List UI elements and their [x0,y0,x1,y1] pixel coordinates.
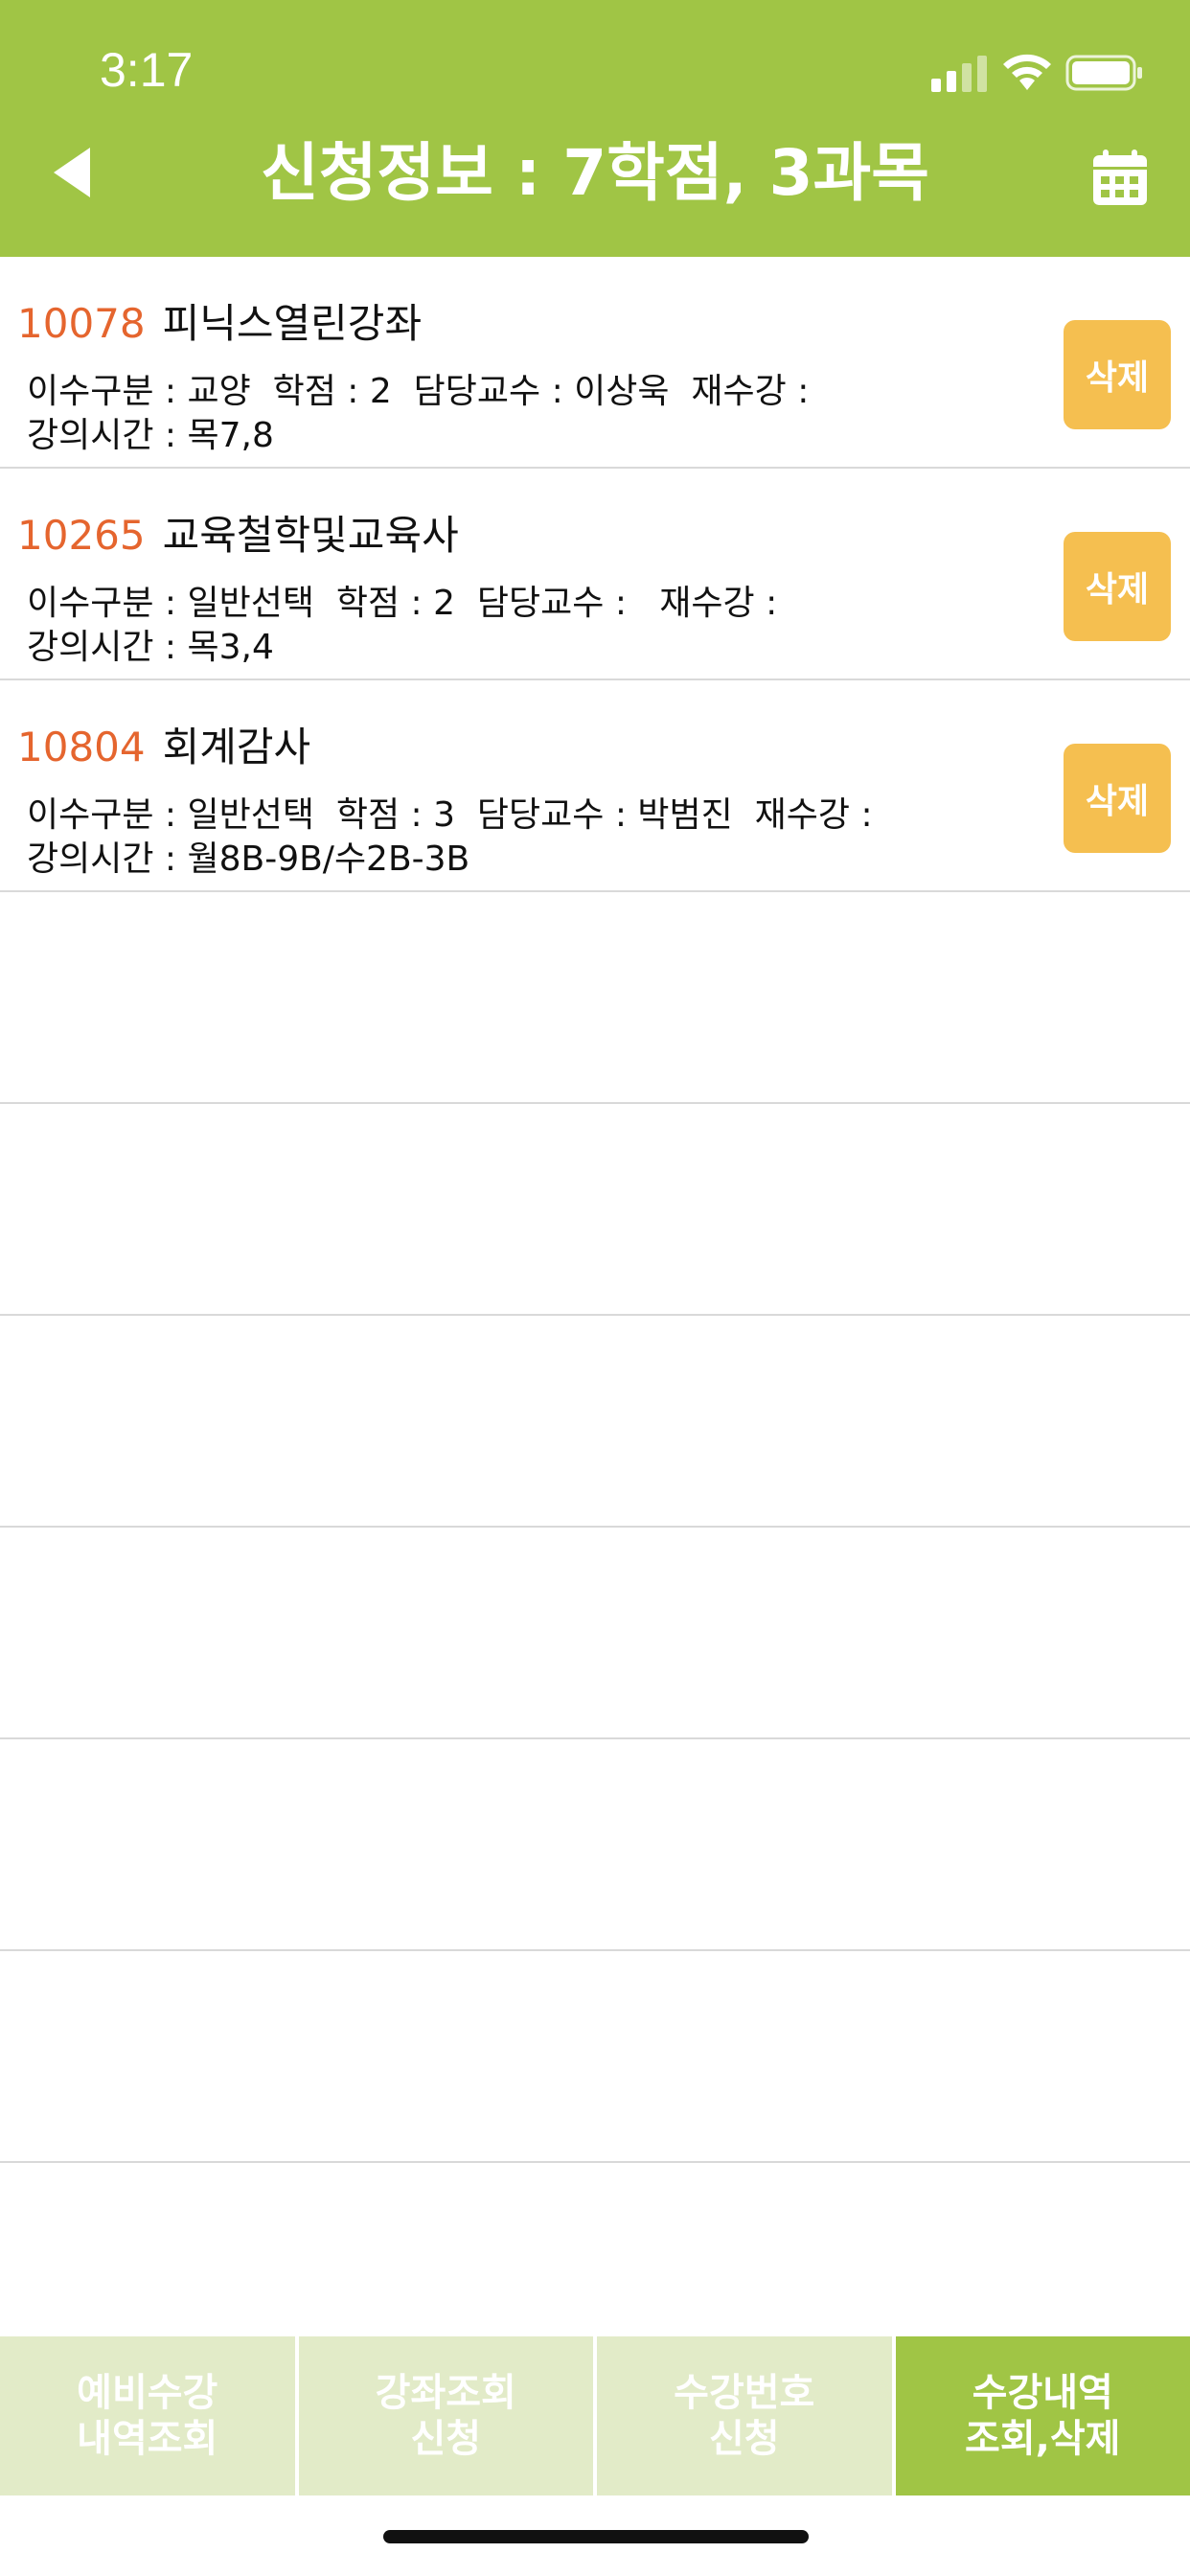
home-indicator[interactable] [383,2530,809,2543]
back-arrow-icon [54,148,90,197]
tab-preliminary-history[interactable]: 예비수강 내역조회 [0,2336,299,2496]
course-title: 10804 회계감사 [17,715,310,773]
course-info-line: 이수구분 : 교양 학점 : 2 담당교수 : 이상욱 재수강 : [27,372,810,411]
course-time: 강의시간 : 목3,4 [27,628,274,667]
calendar-icon [1093,150,1147,205]
empty-row [0,1739,1190,1951]
course-info-line: 이수구분 : 일반선택 학점 : 3 담당교수 : 박범진 재수강 : [27,795,873,835]
empty-row [0,892,1190,1104]
status-time: 3:17 [100,43,194,97]
back-button[interactable] [29,125,115,220]
course-title: 10265 교육철학및교육사 [17,503,459,562]
course-title: 10078 피닉스열린강좌 [17,291,422,350]
course-code: 10078 [17,300,146,347]
course-list: 10078 피닉스열린강좌 이수구분 : 교양 학점 : 2 담당교수 : 이상욱… [0,257,1190,2163]
empty-row [0,1528,1190,1739]
cellular-signal-icon [931,56,987,92]
empty-row [0,1104,1190,1316]
delete-button[interactable]: 삭제 [1064,744,1171,853]
course-name: 교육철학및교육사 [162,512,459,559]
empty-row [0,1951,1190,2163]
course-info-line: 이수구분 : 일반선택 학점 : 2 담당교수 : 재수강 : [27,584,778,623]
bottom-tab-bar: 예비수강 내역조회 강좌조회 신청 수강번호 신청 수강내역 조회,삭제 [0,2336,1190,2496]
course-code: 10265 [17,512,146,559]
course-name: 회계감사 [162,724,311,770]
course-row: 10078 피닉스열린강좌 이수구분 : 교양 학점 : 2 담당교수 : 이상욱… [0,257,1190,469]
calendar-button[interactable] [1077,134,1163,220]
course-info: 이수구분 : 일반선택 학점 : 2 담당교수 : 재수강 : 강의시간 : 목3… [27,582,777,670]
empty-row [0,1316,1190,1528]
course-time: 강의시간 : 월8B-9B/수2B-3B [27,840,470,879]
course-row: 10265 교육철학및교육사 이수구분 : 일반선택 학점 : 2 담당교수 : … [0,469,1190,680]
course-code: 10804 [17,724,146,770]
page-title: 신청정보 : 7학점, 3과목 [260,136,929,210]
delete-button[interactable]: 삭제 [1064,320,1171,429]
delete-button[interactable]: 삭제 [1064,532,1171,641]
battery-icon [1065,55,1142,91]
course-info: 이수구분 : 일반선택 학점 : 3 담당교수 : 박범진 재수강 : 강의시간 … [27,794,873,882]
course-info: 이수구분 : 교양 학점 : 2 담당교수 : 이상욱 재수강 : 강의시간 : … [27,370,809,458]
tab-course-search[interactable]: 강좌조회 신청 [298,2336,597,2496]
tab-registration-history[interactable]: 수강내역 조회,삭제 [895,2336,1190,2496]
course-time: 강의시간 : 목7,8 [27,416,274,455]
wifi-icon [1003,54,1051,90]
tab-course-number-register[interactable]: 수강번호 신청 [597,2336,896,2496]
course-name: 피닉스열린강좌 [162,300,423,347]
course-row: 10804 회계감사 이수구분 : 일반선택 학점 : 3 담당교수 : 박범진 … [0,680,1190,892]
header-bar: 3:17 신청정보 : 7학점, 3과목 [0,0,1190,257]
